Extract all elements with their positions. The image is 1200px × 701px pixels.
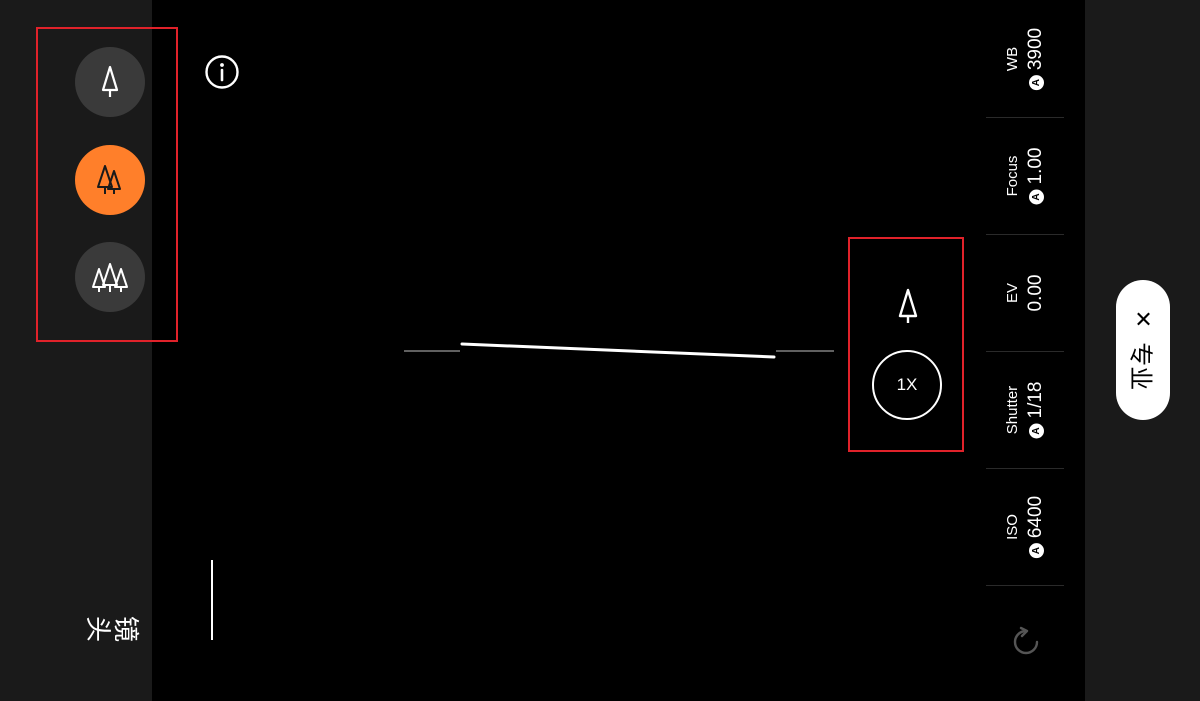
setting-ev[interactable]: EV 0.00 (986, 234, 1066, 351)
setting-name: Shutter (1004, 385, 1021, 434)
divider (986, 585, 1064, 586)
info-icon[interactable] (204, 54, 240, 90)
setting-focus[interactable]: Focus A 1.00 (986, 117, 1066, 234)
setting-value: 1/18 (1025, 381, 1046, 418)
setting-name: Focus (1004, 155, 1021, 196)
setting-wb[interactable]: WB A 3900 (986, 0, 1066, 117)
level-indicator (404, 342, 834, 359)
lens-option-double[interactable] (75, 145, 145, 215)
setting-value: 0.00 (1025, 274, 1046, 311)
zoom-button[interactable]: 1X (872, 350, 942, 420)
pro-mode-label: 专业 (1126, 342, 1154, 391)
lens-option-single[interactable] (75, 47, 145, 117)
reset-icon[interactable] (1010, 626, 1042, 658)
auto-badge: A (1028, 422, 1044, 438)
auto-badge: A (1028, 188, 1044, 204)
lens-option-triple[interactable] (75, 242, 145, 312)
setting-value: 6400 (1025, 495, 1046, 538)
pro-settings-column: WB A 3900 Focus A 1.00 EV 0.00 Shutter A… (986, 0, 1066, 701)
setting-name: WB (1004, 46, 1021, 71)
setting-shutter[interactable]: Shutter A 1/18 (986, 351, 1066, 468)
single-tree-icon (101, 65, 119, 97)
vertical-guide-line (211, 560, 213, 640)
camera-app: 镜头 1X WB A 3900 Focus A 1.00 EV 0.00 Shu… (0, 0, 1200, 701)
pro-mode-button[interactable]: ✕ 专业 (1116, 280, 1170, 420)
setting-name: ISO (1004, 513, 1021, 540)
lens-label: 镜头 (84, 612, 140, 643)
auto-badge: A (1028, 542, 1044, 558)
single-tree-icon[interactable] (893, 286, 923, 326)
setting-iso[interactable]: ISO A 6400 (986, 468, 1066, 585)
setting-value: 3900 (1025, 27, 1046, 70)
setting-name: EV (1004, 282, 1021, 303)
double-tree-icon (97, 165, 121, 194)
auto-badge: A (1028, 74, 1044, 90)
close-icon: ✕ (1131, 309, 1156, 329)
setting-value: 1.00 (1025, 147, 1046, 184)
triple-tree-icon (92, 263, 128, 292)
lens-panel: 镜头 (0, 0, 152, 701)
